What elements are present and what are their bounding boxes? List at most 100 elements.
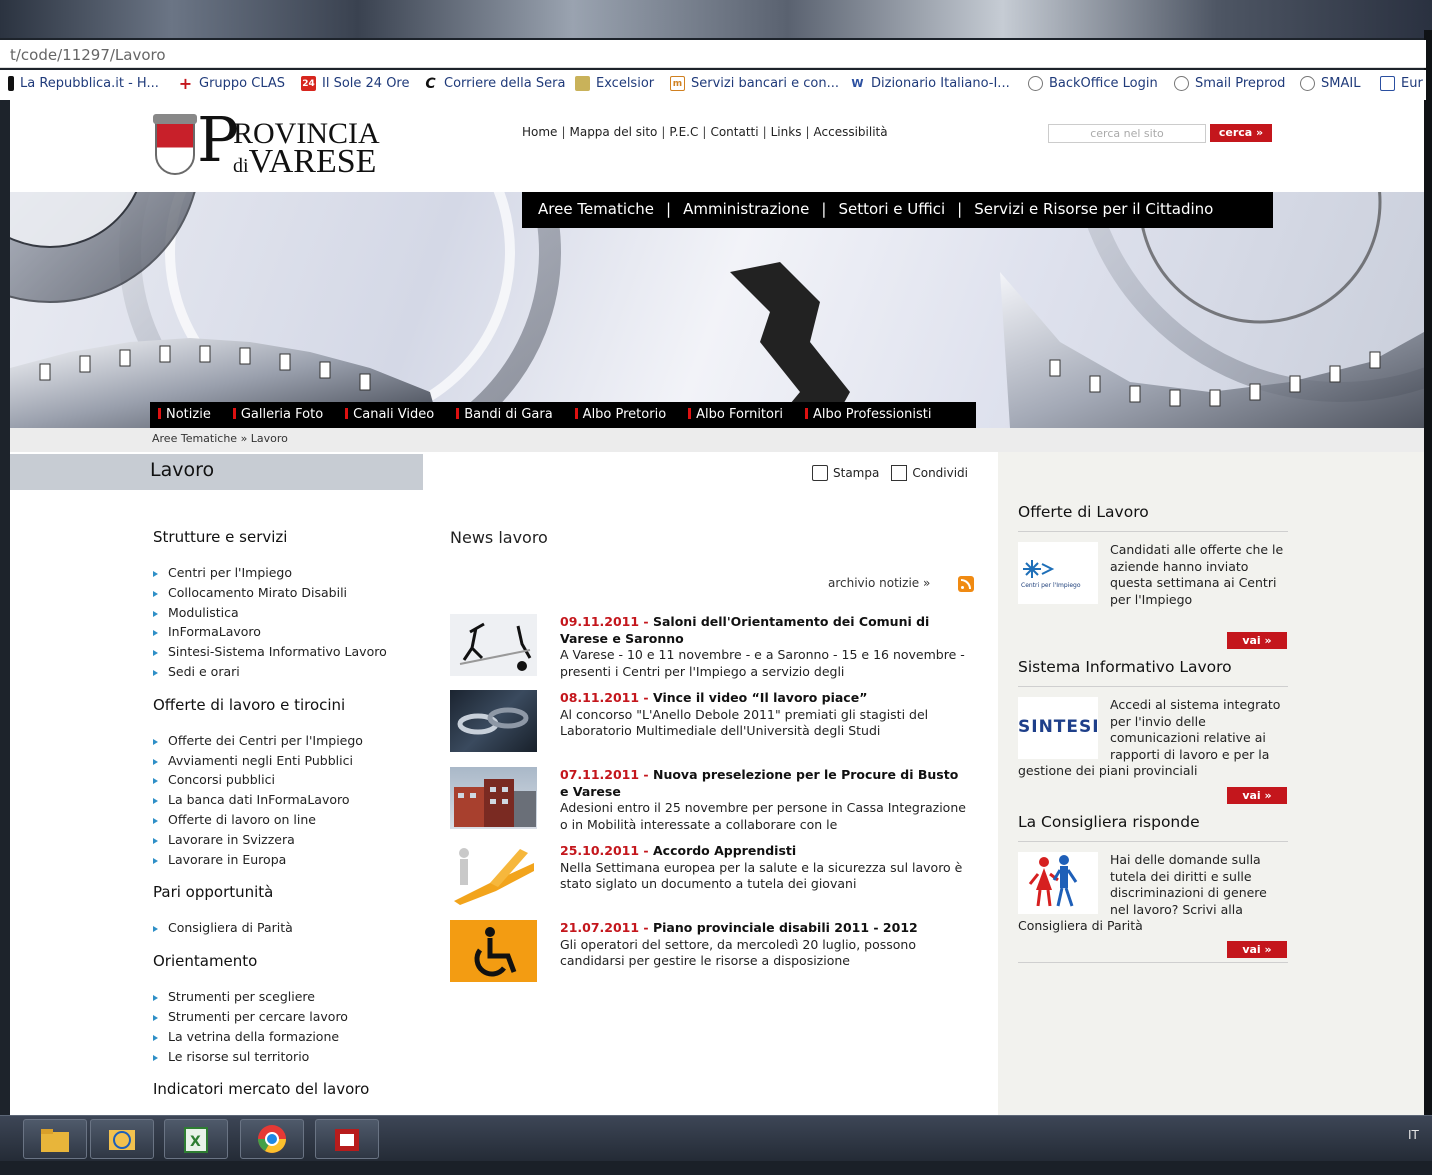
news-thumb (450, 843, 537, 905)
news-body: Al concorso "L'Anello Debole 2011" premi… (560, 706, 929, 739)
menu-item[interactable]: Avviamenti negli Enti Pubblici (153, 751, 443, 771)
bookmark-repubblica[interactable]: La Repubblica.it - H... (8, 76, 159, 91)
menu-item[interactable]: Strumenti per cercare lavoro (153, 1007, 443, 1027)
menu-item[interactable]: Offerte dei Centri per l'Impiego (153, 731, 443, 751)
menu-item[interactable]: La banca dati InFormaLavoro (153, 790, 443, 810)
print-link[interactable]: Stampa (833, 466, 879, 480)
menu-item[interactable]: Strumenti per scegliere (153, 987, 443, 1007)
centri-impiego-logo[interactable]: Centri per l'Impiego (1018, 542, 1098, 604)
menu-item[interactable]: Le risorse sul territorio (153, 1047, 443, 1067)
page-tools: Stampa Condividi (812, 465, 968, 481)
news-date: 25.10.2011 (560, 843, 640, 858)
subnav-albo-professionisti[interactable]: Albo Professionisti (813, 402, 932, 428)
menu-item[interactable]: Lavorare in Europa (153, 850, 443, 870)
left-menu: Strutture e servizi Centri per l'Impiego C… (153, 528, 443, 1115)
vai-button[interactable]: vai » (1227, 632, 1287, 649)
nav-aree-tematiche[interactable]: Aree Tematiche (538, 200, 654, 218)
sintesi-logo[interactable]: SINTESI (1018, 697, 1098, 759)
logo-caption: Centri per l'Impiego (1021, 582, 1081, 589)
chrome-icon[interactable] (240, 1119, 304, 1159)
bookmark-eur[interactable]: Eur (1380, 76, 1423, 91)
rss-icon[interactable] (958, 576, 974, 592)
nav-amministrazione[interactable]: Amministrazione (683, 200, 809, 218)
vai-button[interactable]: vai » (1227, 787, 1287, 804)
bookmark-label: Gruppo CLAS (199, 76, 286, 91)
print-icon[interactable] (812, 465, 828, 481)
subnav-canali-video[interactable]: Canali Video (353, 402, 434, 428)
link-home[interactable]: Home (522, 125, 557, 139)
access-icon[interactable] (315, 1119, 379, 1159)
link-pec[interactable]: P.E.C (669, 125, 698, 139)
news-item[interactable]: 25.10.2011 - Accordo Apprendisti Nella Se… (450, 843, 970, 907)
bookmark-sole24ore[interactable]: 24 Il Sole 24 Ore (301, 76, 410, 91)
subnav-albo-fornitori[interactable]: Albo Fornitori (696, 402, 783, 428)
news-item[interactable]: 21.07.2011 - Piano provinciale disabili … (450, 920, 970, 984)
news-date: 21.07.2011 (560, 920, 640, 935)
news-item[interactable]: 08.11.2011 - Vince il video “Il lavoro p… (450, 690, 970, 754)
globe-icon (1174, 76, 1189, 91)
bookmark-excelsior[interactable]: Excelsior (575, 76, 654, 91)
box-heading: Offerte di Lavoro (1018, 503, 1288, 532)
excel-icon[interactable]: X (164, 1119, 228, 1159)
menu-item[interactable]: Consigliera di Parità (153, 918, 443, 938)
menu-list: Strumenti per scegliere Strumenti per cer… (153, 987, 443, 1066)
bookmark-label: SMAIL (1321, 76, 1361, 91)
search-button[interactable]: cerca » (1210, 124, 1272, 142)
news-item[interactable]: 09.11.2011 - Saloni dell'Orientamento de… (450, 614, 970, 679)
outlook-icon[interactable] (90, 1119, 154, 1159)
menu-item[interactable]: Centri per l'Impiego (153, 563, 443, 583)
link-mappa[interactable]: Mappa del sito (569, 125, 657, 139)
subnav-notizie[interactable]: Notizie (166, 402, 211, 428)
news-sep: - (639, 920, 653, 935)
bookmark-dizionario[interactable]: W Dizionario Italiano-I... (850, 76, 1009, 91)
nav-settori-uffici[interactable]: Settori e Uffici (838, 200, 945, 218)
news-headline[interactable]: Piano provinciale disabili 2011 - 2012 (653, 920, 918, 935)
archive-link[interactable]: archivio notizie » (828, 576, 930, 590)
menu-item[interactable]: Lavorare in Svizzera (153, 830, 443, 850)
bookmark-smail-preprod[interactable]: Smail Preprod (1174, 76, 1285, 91)
subnav-bandi-gara[interactable]: Bandi di Gara (464, 402, 552, 428)
vai-button[interactable]: vai » (1227, 941, 1287, 958)
link-contatti[interactable]: Contatti (710, 125, 758, 139)
menu-item[interactable]: Concorsi pubblici (153, 770, 443, 790)
people-icon[interactable] (1018, 852, 1098, 914)
separator: | (702, 125, 707, 139)
news-headline[interactable]: Vince il video “Il lavoro piace” (653, 690, 867, 705)
nav-servizi-risorse[interactable]: Servizi e Risorse per il Cittadino (974, 200, 1213, 218)
bookmark-label: Smail Preprod (1195, 76, 1286, 91)
menu-item[interactable]: InFormaLavoro (153, 622, 443, 642)
menu-list: Offerte dei Centri per l'Impiego Avviamen… (153, 731, 443, 870)
bookmark-backoffice[interactable]: BackOffice Login (1028, 76, 1158, 91)
provincia-logo[interactable]: P ROVINCIA diVARESE (153, 109, 395, 185)
menu-item[interactable]: Sedi e orari (153, 662, 443, 682)
breadcrumb[interactable]: Aree Tematiche » Lavoro (10, 428, 1424, 452)
bookmark-servizi-bancari[interactable]: m Servizi bancari e con... (670, 76, 839, 91)
menu-item[interactable]: Modulistica (153, 603, 443, 623)
menu-list: Centri per l'Impiego Collocamento Mirato … (153, 563, 443, 682)
news-item[interactable]: 07.11.2011 - Nuova preselezione per le P… (450, 767, 970, 832)
bank-icon: m (670, 76, 685, 91)
menu-item[interactable]: Offerte di lavoro on line (153, 810, 443, 830)
link-links[interactable]: Links (771, 125, 802, 139)
bookmark-corriere[interactable]: C Corriere della Sera (423, 76, 565, 92)
bookmark-smail[interactable]: SMAIL (1300, 76, 1360, 91)
subnav-galleria-foto[interactable]: Galleria Foto (241, 402, 323, 428)
bookmark-label: Servizi bancari e con... (691, 76, 839, 91)
search-input[interactable]: cerca nel sito (1048, 124, 1206, 143)
menu-item[interactable]: Collocamento Mirato Disabili (153, 583, 443, 603)
subnav-albo-pretorio[interactable]: Albo Pretorio (583, 402, 666, 428)
share-icon[interactable] (891, 465, 908, 481)
bookmark-label: La Repubblica.it - H... (20, 76, 159, 91)
share-link[interactable]: Condividi (912, 466, 968, 480)
separator: | (805, 125, 810, 139)
menu-item[interactable]: La vetrina della formazione (153, 1027, 443, 1047)
address-bar[interactable]: t/code/11297/Lavoro (0, 40, 1426, 68)
bookmark-clas[interactable]: + Gruppo CLAS (178, 74, 286, 93)
menu-item[interactable]: Sintesi-Sistema Informativo Lavoro (153, 642, 443, 662)
language-indicator[interactable]: IT (1408, 1128, 1419, 1142)
screen-bottom (0, 1161, 1432, 1175)
link-accessibilita[interactable]: Accessibilità (814, 125, 888, 139)
news-headline[interactable]: Accordo Apprendisti (653, 843, 796, 858)
explorer-icon[interactable] (23, 1119, 87, 1159)
news-date: 08.11.2011 (560, 690, 640, 705)
